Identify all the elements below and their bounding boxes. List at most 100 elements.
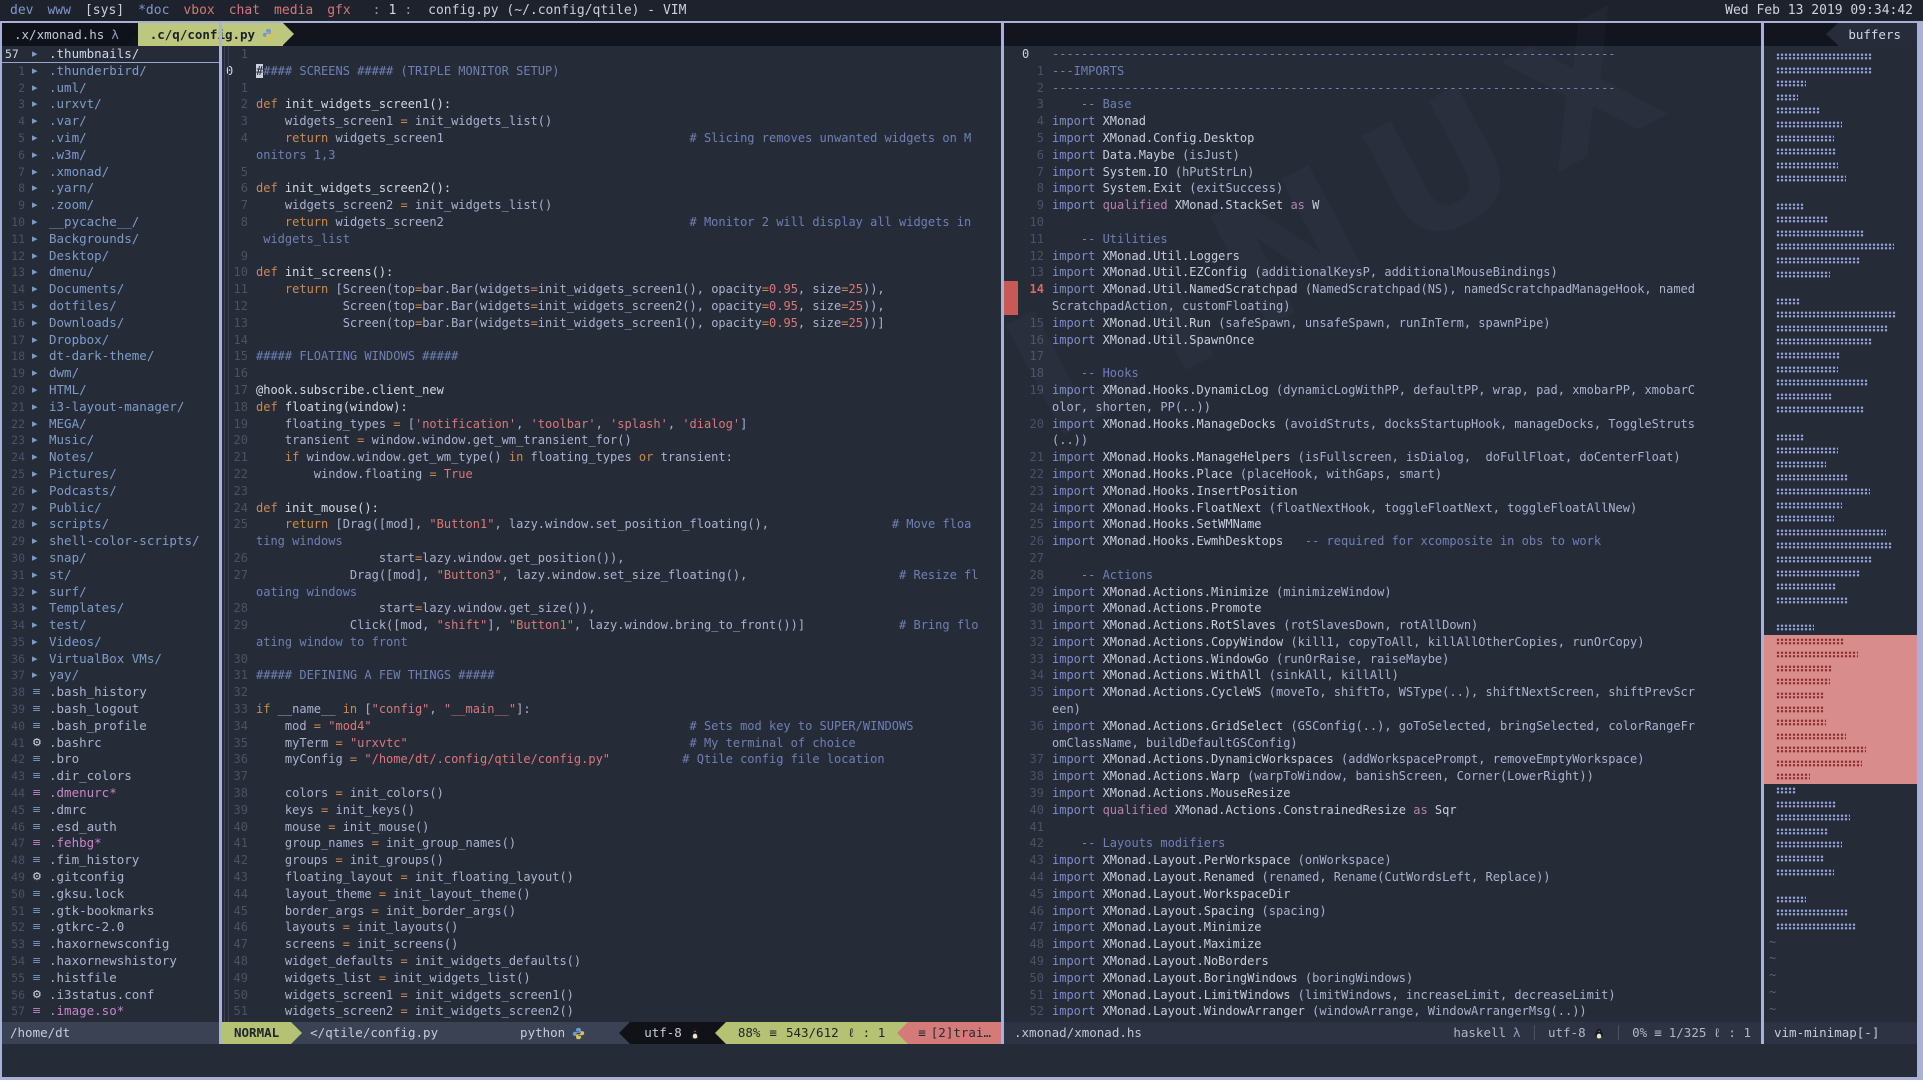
minimap-row[interactable] bbox=[1764, 172, 1917, 186]
code-line[interactable]: 16import XMonad.Util.SpawnOnce bbox=[1004, 332, 1761, 349]
code-line[interactable]: 35import XMonad.Actions.CycleWS (moveTo,… bbox=[1004, 684, 1761, 718]
minimap-row[interactable] bbox=[1764, 64, 1917, 78]
code-line[interactable]: 9import qualified XMonad.StackSet as W bbox=[1004, 197, 1761, 214]
minimap-row-highlighted[interactable] bbox=[1764, 716, 1917, 730]
editor-pane-xmonad-hs[interactable]: 0---------------------------------------… bbox=[1004, 46, 1761, 1022]
minimap-row[interactable] bbox=[1764, 200, 1917, 214]
code-line[interactable]: 7 widgets_screen2 = init_widgets_list() bbox=[222, 197, 1001, 214]
code-line[interactable]: 17@hook.subscribe.client_new bbox=[222, 382, 1001, 399]
code-line[interactable]: 36import XMonad.Actions.GridSelect (GSCo… bbox=[1004, 718, 1761, 752]
code-line[interactable]: 4import XMonad bbox=[1004, 113, 1761, 130]
code-line[interactable]: 37import XMonad.Actions.DynamicWorkspace… bbox=[1004, 751, 1761, 768]
code-line[interactable]: 13import XMonad.Util.EZConfig (additiona… bbox=[1004, 264, 1761, 281]
tree-item[interactable]: 35▸Videos/ bbox=[2, 634, 219, 651]
minimap-row-highlighted[interactable] bbox=[1764, 703, 1917, 717]
tree-item[interactable]: 17▸Dropbox/ bbox=[2, 332, 219, 349]
minimap-row[interactable] bbox=[1764, 254, 1917, 268]
code-line[interactable]: 49import XMonad.Layout.NoBorders bbox=[1004, 953, 1761, 970]
tree-item[interactable]: 12▸Desktop/ bbox=[2, 248, 219, 265]
code-line[interactable]: 34 mod = "mod4" # Sets mod key to SUPER/… bbox=[222, 718, 1001, 735]
code-line[interactable]: 50 widgets_screen1 = init_widgets_screen… bbox=[222, 987, 1001, 1004]
minimap-row[interactable] bbox=[1764, 852, 1917, 866]
code-line[interactable]: 33if __name__ in ["config", "__main__"]: bbox=[222, 701, 1001, 718]
minimap-row[interactable] bbox=[1764, 811, 1917, 825]
code-line[interactable]: 22 window.floating = True bbox=[222, 466, 1001, 483]
minimap-row-highlighted[interactable] bbox=[1764, 757, 1917, 771]
code-line[interactable]: 51 widgets_screen2 = init_widgets_screen… bbox=[222, 1003, 1001, 1020]
minimap-row[interactable] bbox=[1764, 485, 1917, 499]
minimap-row[interactable] bbox=[1764, 798, 1917, 812]
minimap-row[interactable] bbox=[1764, 91, 1917, 105]
code-line[interactable]: 27 bbox=[1004, 550, 1761, 567]
code-line[interactable]: 16 bbox=[222, 365, 1001, 382]
code-line[interactable]: 28 start=lazy.window.get_size()), bbox=[222, 600, 1001, 617]
minimap-row[interactable] bbox=[1764, 349, 1917, 363]
dwm-tag-chat[interactable]: chat bbox=[229, 3, 260, 18]
tree-item[interactable]: 46≡.esd_auth bbox=[2, 819, 219, 836]
tree-item[interactable]: 30▸snap/ bbox=[2, 550, 219, 567]
code-line[interactable]: 30import XMonad.Actions.Promote bbox=[1004, 600, 1761, 617]
minimap-row[interactable] bbox=[1764, 268, 1917, 282]
nerdtree-pane[interactable]: 57▸.thumbnails/1▸.thunderbird/2▸.uml/3▸.… bbox=[2, 46, 219, 1022]
minimap-row[interactable] bbox=[1764, 539, 1917, 553]
buffers-indicator[interactable]: buffers bbox=[1826, 23, 1917, 46]
code-line[interactable]: 33import XMonad.Actions.WindowGo (runOrR… bbox=[1004, 651, 1761, 668]
tree-item[interactable]: 47≡.fehbg* bbox=[2, 835, 219, 852]
tree-item[interactable]: 31▸st/ bbox=[2, 567, 219, 584]
minimap-row-highlighted[interactable] bbox=[1764, 648, 1917, 662]
code-line[interactable]: 39import XMonad.Actions.MouseResize bbox=[1004, 785, 1761, 802]
minimap-row[interactable] bbox=[1764, 567, 1917, 581]
code-line[interactable]: 46 layouts = init_layouts() bbox=[222, 919, 1001, 936]
minimap-pane[interactable]: ~~~~~ bbox=[1764, 46, 1917, 1022]
minimap-row[interactable] bbox=[1764, 825, 1917, 839]
minimap-row[interactable] bbox=[1764, 621, 1917, 635]
code-line[interactable]: 38 colors = init_colors() bbox=[222, 785, 1001, 802]
minimap-row[interactable] bbox=[1764, 213, 1917, 227]
code-line[interactable]: 48 widget_defaults = init_widgets_defaul… bbox=[222, 953, 1001, 970]
minimap-row[interactable] bbox=[1764, 607, 1917, 621]
minimap-row[interactable] bbox=[1764, 403, 1917, 417]
tree-item[interactable]: 4▸.var/ bbox=[2, 113, 219, 130]
code-line[interactable]: 13 Screen(top=bar.Bar(widgets=init_widge… bbox=[222, 315, 1001, 332]
minimap-row-highlighted[interactable] bbox=[1764, 730, 1917, 744]
tree-item[interactable]: 41⚙.bashrc bbox=[2, 735, 219, 752]
code-line[interactable]: 37 bbox=[222, 768, 1001, 785]
code-line[interactable]: 44 layout_theme = init_layout_theme() bbox=[222, 886, 1001, 903]
minimap-row-highlighted[interactable] bbox=[1764, 635, 1917, 649]
code-line[interactable]: 49 widgets_list = init_widgets_list() bbox=[222, 970, 1001, 987]
tree-item[interactable]: 2▸.uml/ bbox=[2, 80, 219, 97]
tree-item[interactable]: 20▸HTML/ bbox=[2, 382, 219, 399]
window-separator-2[interactable] bbox=[1001, 23, 1004, 1044]
code-line[interactable]: 42 -- Layouts modifiers bbox=[1004, 835, 1761, 852]
minimap-row[interactable] bbox=[1764, 879, 1917, 893]
code-line[interactable]: 22import XMonad.Hooks.Place (placeHook, … bbox=[1004, 466, 1761, 483]
editor-pane-config-py[interactable]: 10##### SCREENS ##### (TRIPLE MONITOR SE… bbox=[222, 46, 1001, 1022]
dwm-tag-doc[interactable]: *doc bbox=[138, 3, 169, 18]
tree-item[interactable]: 19▸dwm/ bbox=[2, 365, 219, 382]
minimap-row-highlighted[interactable] bbox=[1764, 770, 1917, 784]
tree-item[interactable]: 34▸test/ bbox=[2, 617, 219, 634]
minimap-row[interactable] bbox=[1764, 838, 1917, 852]
code-line[interactable]: 34import XMonad.Actions.WithAll (sinkAll… bbox=[1004, 667, 1761, 684]
code-line[interactable]: 21import XMonad.Hooks.ManageHelpers (isF… bbox=[1004, 449, 1761, 466]
minimap-row[interactable] bbox=[1764, 580, 1917, 594]
minimap-row[interactable] bbox=[1764, 499, 1917, 513]
code-line[interactable]: 28 -- Actions bbox=[1004, 567, 1761, 584]
tree-item[interactable]: 23▸Music/ bbox=[2, 432, 219, 449]
tree-item[interactable]: 1▸.thunderbird/ bbox=[2, 63, 219, 80]
code-line[interactable]: 24def init_mouse(): bbox=[222, 500, 1001, 517]
code-line[interactable]: 42 groups = init_groups() bbox=[222, 852, 1001, 869]
code-line[interactable]: 2def init_widgets_screen1(): bbox=[222, 96, 1001, 113]
terminal-border-right[interactable] bbox=[1917, 23, 1923, 1080]
minimap-row[interactable] bbox=[1764, 363, 1917, 377]
code-line[interactable]: 18def floating(window): bbox=[222, 399, 1001, 416]
minimap-row[interactable] bbox=[1764, 594, 1917, 608]
minimap-row[interactable] bbox=[1764, 471, 1917, 485]
code-line[interactable]: 31##### DEFINING A FEW THINGS ##### bbox=[222, 667, 1001, 684]
tree-item[interactable]: 13▸dmenu/ bbox=[2, 264, 219, 281]
code-line[interactable]: 15import XMonad.Util.Run (safeSpawn, uns… bbox=[1004, 315, 1761, 332]
tree-item[interactable]: 44≡.dmenurc* bbox=[2, 785, 219, 802]
tree-item[interactable]: 50≡.gksu.lock bbox=[2, 886, 219, 903]
tree-item[interactable]: 15▸dotfiles/ bbox=[2, 298, 219, 315]
window-separator-3[interactable] bbox=[1761, 23, 1764, 1044]
